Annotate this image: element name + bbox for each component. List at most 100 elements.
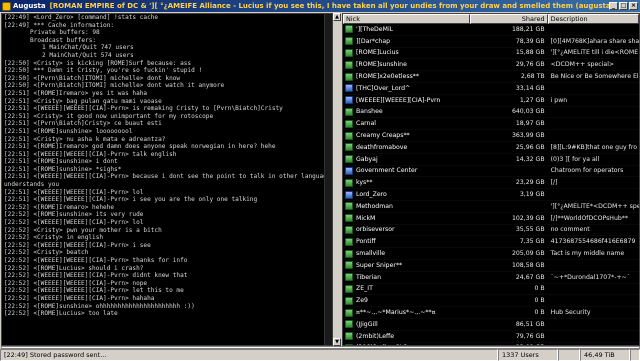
user-icon xyxy=(345,131,353,140)
column-nick[interactable]: Nick xyxy=(343,14,471,24)
pane-splitter[interactable]: ▲ ▼ xyxy=(333,13,342,346)
user-row[interactable]: orbiseversor 35,55 GB no comment xyxy=(343,225,639,237)
user-description: i pwn xyxy=(550,96,568,104)
user-row[interactable]: (JJigGill 86,51 GB xyxy=(343,319,639,331)
scroll-up-icon[interactable]: ▲ xyxy=(333,13,341,21)
user-nick: [ROME]x2e0etless** xyxy=(356,73,419,81)
user-row[interactable]: kys** 23,29 GB [/] xyxy=(343,177,639,190)
user-row[interactable]: smallville 205,09 GB Tact is my middle nam… xyxy=(343,248,639,260)
chat-line: [22:51] <[WEEEE][WEEEE][CIA]-Pvrn> is re… xyxy=(4,105,283,113)
chat-line: [22:52] <[ROME]Lucius> too late xyxy=(4,310,118,318)
chat-line: [22:51] <[WEEEE][WEEEE][CIA]-Pvrn> lol xyxy=(4,188,144,196)
chat-line: [22:52] <[ROME]sunshine> ohhhhhhhhhhhhhh… xyxy=(4,302,195,310)
user-nick-cell: Super Sniper** xyxy=(343,261,470,270)
user-row[interactable]: Tiberian 24,67 GB `~+*Durondal1707*-+~` xyxy=(343,272,639,284)
user-description: Chatroom for operators xyxy=(550,167,624,175)
chat-line: [22:52] <Cristy> in english xyxy=(4,234,104,242)
user-nick: (JJigGill xyxy=(356,320,378,328)
user-row[interactable]: Carnal 18,97 GB xyxy=(343,118,639,131)
maximize-button[interactable]: □ xyxy=(619,2,628,10)
user-row[interactable]: Lord_Zero 3,19 GB xyxy=(343,189,639,201)
status-spacer xyxy=(558,349,580,361)
scroll-down-icon[interactable]: ▼ xyxy=(333,338,341,346)
user-row[interactable]: Government Center Chatroom for operators xyxy=(343,165,639,178)
user-description: <DCDM++ special> xyxy=(550,61,615,69)
window-title: Augusta xyxy=(13,2,46,10)
chat-line: [22:52] <Cristy> pwn your mother is a bi… xyxy=(4,226,162,234)
user-list[interactable]: Nick Shared Description '][TheDeMiL 188,2… xyxy=(342,13,640,346)
user-row[interactable]: [ROME]Lucius 15,88 GB '][°¿AMELiTE till i … xyxy=(343,47,639,60)
user-share: 3,19 GB xyxy=(519,191,545,199)
user-nick-cell: Pontiff xyxy=(343,237,470,246)
resize-grip-icon[interactable] xyxy=(630,349,640,361)
user-description: `~+*Durondal1707*-+~` xyxy=(550,273,630,281)
user-nick: ¤**~.,.~*Marius*~.,.~**¤ xyxy=(356,309,436,317)
minimize-button[interactable]: _ xyxy=(609,2,618,10)
user-icon xyxy=(345,214,353,223)
user-icon xyxy=(345,296,353,305)
user-row[interactable]: [WEEEE][WEEEE][CIA]-Pvrn 1,27 GB i pwn xyxy=(343,94,639,107)
chat-line: [22:52] <[WEEEE][WEEEE][CIA]-Pvrn> lol xyxy=(4,219,144,227)
column-shared[interactable]: Shared xyxy=(470,14,548,24)
user-description: [/] xyxy=(550,179,558,187)
user-row[interactable]: Ze9 0 B xyxy=(343,295,639,308)
user-nick: orbiseversor xyxy=(356,226,395,234)
user-row[interactable]: (2mbit)Leffe 79,76 GB xyxy=(343,330,639,343)
user-nick-cell: ¤**~.,.~*Marius*~.,.~**¤ xyxy=(343,308,470,317)
user-row[interactable]: Pontiff 7,35 GB 4173687554686f416E6879 xyxy=(343,236,639,249)
user-share: 1,27 GB xyxy=(519,96,545,104)
user-row[interactable]: Gabyaj 14,32 GB (0)3 ][ for ya all xyxy=(343,154,639,166)
user-row[interactable]: '][TheDeMiL 188,21 GB xyxy=(343,24,639,36)
column-description[interactable]: Description xyxy=(547,14,639,24)
user-row[interactable]: ¤**~.,.~*Marius*~.,.~**¤ 0 B Hub Security xyxy=(343,307,639,319)
user-icon xyxy=(345,178,353,187)
user-share: 79,76 GB xyxy=(515,332,545,340)
close-button[interactable]: × xyxy=(629,2,638,10)
chat-line: Private buffers: 98 xyxy=(30,29,100,37)
user-row[interactable]: Super Sniper** 108,58 GB xyxy=(343,259,639,272)
total-share: 46,49 TiB xyxy=(580,349,630,361)
user-row[interactable]: [THC]Over_Lord^ 33,14 GB xyxy=(343,83,639,95)
chat-line: [22:52] <[WEEEE][WEEEE][CIA]-Pvrn> nope xyxy=(4,279,148,287)
user-description: Tact is my middle name xyxy=(550,250,625,258)
user-row[interactable]: ZE_IT 0 B xyxy=(343,283,639,296)
user-row[interactable]: ][Dar*chap 78,39 GB [0][4M768K]ahara share… xyxy=(343,36,639,48)
user-nick-cell: Lord_Zero xyxy=(343,190,470,199)
user-row[interactable]: MickM 102,39 GB [/]**WorldOfDCOPsHub** xyxy=(343,212,639,225)
operator-user-icon xyxy=(345,190,353,199)
chat-line: [22:51] <[ROME]sunshine> looooooool xyxy=(4,127,133,135)
hub-topic: [ROMAN EMPIRE of DC & '][ °¿AMEIFE Allia… xyxy=(49,2,609,10)
user-share: 0 B xyxy=(534,297,545,305)
user-nick-cell: [ROME]Lucius xyxy=(343,48,470,57)
user-icon xyxy=(345,48,353,57)
user-icon xyxy=(345,225,353,234)
title-bar: Augusta [ROMAN EMPIRE of DC & '][ °¿AMEI… xyxy=(0,0,640,12)
user-row[interactable]: Banshee 640,03 GB xyxy=(343,107,639,119)
user-icon xyxy=(345,25,353,34)
chat-line: [22:52] <[WEEEE][WEEEE][CIA]-Pvrn> hahah… xyxy=(4,294,155,302)
user-nick: '][TheDeMiL xyxy=(356,25,394,33)
chat-line: [22:51] <[ROME]sunshine> i dont xyxy=(4,158,118,166)
user-nick: Ze9 xyxy=(356,297,368,305)
user-row[interactable]: [ROME]x2e0etless** 2,68 TB Be Nice or Be S… xyxy=(343,71,639,83)
chat-line: 1 MainChat/Quit 747 users xyxy=(42,44,134,52)
user-share: 35,55 GB xyxy=(515,226,545,234)
chat-scrollbar[interactable] xyxy=(324,14,332,345)
chat-line: Broadcast buffers: xyxy=(30,36,97,44)
user-share: 102,39 GB xyxy=(511,214,545,222)
status-message: [22:49] Stored password sent... xyxy=(0,349,498,361)
user-share: 23,29 GB xyxy=(515,179,545,187)
user-nick: Tiberian xyxy=(356,273,382,281)
chat-line: [22:52] <[WEEEE][WEEEE][CIA]-Pvrn> didnt… xyxy=(4,272,188,280)
user-nick-cell: ][Dar*chap xyxy=(343,37,470,46)
user-nick-cell: orbiseversor xyxy=(343,225,470,234)
user-nick: Banshee xyxy=(356,108,383,116)
user-row[interactable]: deathfromabove 25,96 GB [8][L:9#KB]that on… xyxy=(343,141,639,154)
user-row[interactable]: Methodman '][°¿AMELiTE*<DCDM++ spe xyxy=(343,201,639,213)
chat-line: [22:49] <Lord_Zero> [command] !stats cac… xyxy=(4,14,159,21)
chat-log[interactable]: [22:49] <Lord_Zero> [command] !stats cac… xyxy=(1,13,333,346)
user-row[interactable]: Creamy Creaps** 363,99 GB xyxy=(343,130,639,142)
user-row[interactable]: [ROME]sunshine 29,76 GB <DCDM++ special> xyxy=(343,59,639,72)
user-nick: ][Dar*chap xyxy=(356,37,391,45)
user-nick-cell: [THC]Over_Lord^ xyxy=(343,84,470,93)
